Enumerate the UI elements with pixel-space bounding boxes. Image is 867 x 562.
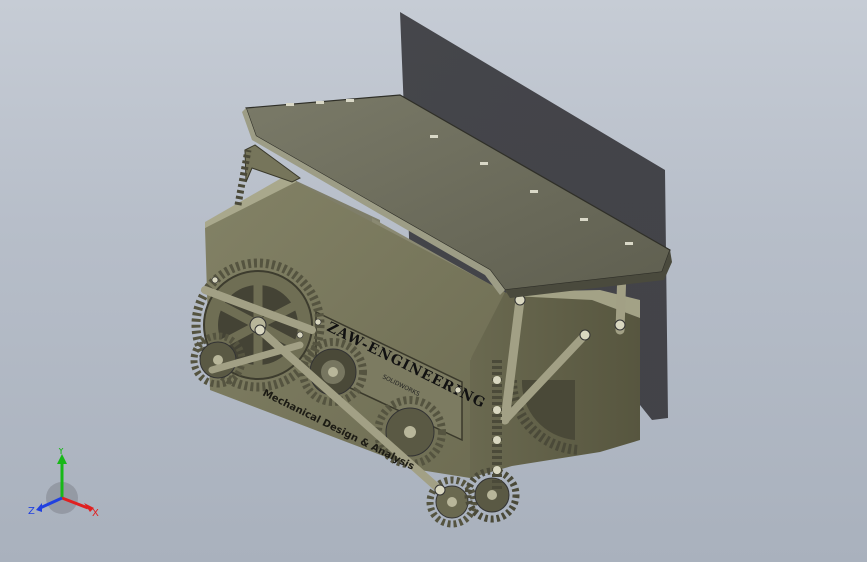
toolbox-3d-model[interactable]: ZAW-ENGINEERING SOLIDWORKS Mechanical De… [0, 0, 867, 562]
graphics-viewport[interactable]: ZAW-ENGINEERING SOLIDWORKS Mechanical De… [0, 0, 867, 562]
z-axis-label: Z [28, 506, 35, 517]
y-axis-label: Y [57, 448, 65, 457]
gear-side-bottom[interactable] [464, 467, 520, 523]
z-axis-head [36, 503, 42, 512]
x-axis-label: X [92, 508, 99, 519]
view-orientation-triad[interactable]: Y X Z [24, 448, 104, 528]
